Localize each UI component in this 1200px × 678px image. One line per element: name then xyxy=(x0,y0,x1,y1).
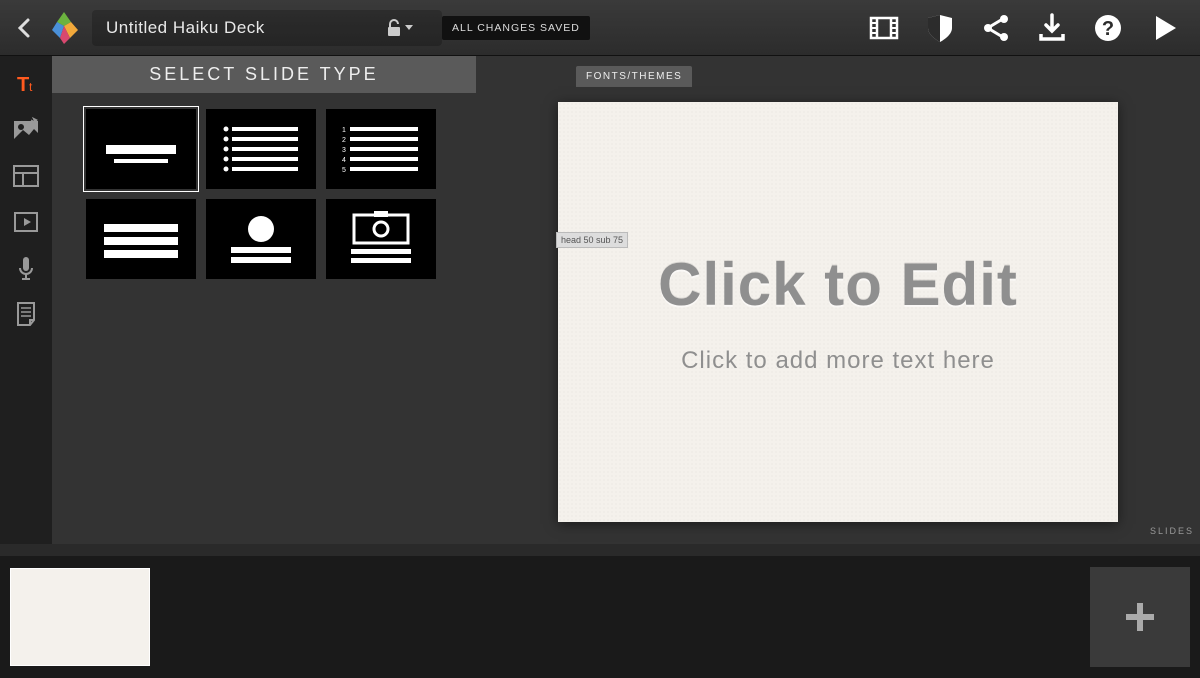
film-icon[interactable] xyxy=(868,12,900,44)
top-bar: Untitled Haiku Deck ALL CHANGES SAVED ? xyxy=(0,0,1200,56)
back-button[interactable] xyxy=(12,16,36,40)
chevron-down-icon xyxy=(404,24,414,32)
save-status-badge: ALL CHANGES SAVED xyxy=(442,16,590,40)
svg-text:T: T xyxy=(17,74,29,96)
slide-headline[interactable]: Click to Edit xyxy=(658,250,1018,319)
dimension-tag: head 50 sub 75 xyxy=(556,232,628,248)
panel-title: SELECT SLIDE TYPE xyxy=(52,56,476,93)
slide-thumbnail[interactable] xyxy=(10,568,150,666)
slides-tray xyxy=(0,556,1200,678)
top-actions: ? xyxy=(868,12,1180,44)
slide-type-panel: SELECT SLIDE TYPE 1 2 3 4 5 xyxy=(52,56,476,544)
share-icon[interactable] xyxy=(980,12,1012,44)
slide-canvas[interactable]: head 50 sub 75 Click to Edit Click to ad… xyxy=(558,102,1118,522)
slide-type-bullets[interactable] xyxy=(206,109,316,189)
svg-text:3: 3 xyxy=(342,147,346,154)
svg-text:t: t xyxy=(29,80,33,94)
svg-text:4: 4 xyxy=(342,157,346,164)
slide-type-grid: 1 2 3 4 5 xyxy=(52,93,476,295)
notes-tool-icon[interactable] xyxy=(12,300,40,328)
deck-title-text: Untitled Haiku Deck xyxy=(106,18,265,38)
slide-type-numbered[interactable]: 1 2 3 4 5 xyxy=(326,109,436,189)
unlock-icon xyxy=(386,19,402,37)
fonts-themes-tab[interactable]: FONTS/THEMES xyxy=(576,66,692,87)
svg-text:5: 5 xyxy=(342,167,346,174)
tool-rail: Tt xyxy=(0,56,52,544)
slide-type-paragraph[interactable] xyxy=(86,199,196,279)
download-icon[interactable] xyxy=(1036,12,1068,44)
plus-icon xyxy=(1122,599,1158,635)
add-slide-button[interactable] xyxy=(1090,567,1190,667)
svg-text:?: ? xyxy=(1102,18,1114,40)
audio-tool-icon[interactable] xyxy=(12,254,40,282)
slides-label: SLIDES xyxy=(1150,526,1194,536)
logo xyxy=(44,8,84,48)
canvas-area: FONTS/THEMES head 50 sub 75 Click to Edi… xyxy=(476,56,1200,544)
help-icon[interactable]: ? xyxy=(1092,12,1124,44)
svg-text:2: 2 xyxy=(342,137,346,144)
layout-tool-icon[interactable] xyxy=(12,162,40,190)
text-tool-icon[interactable]: Tt xyxy=(12,70,40,98)
deck-title-field[interactable]: Untitled Haiku Deck xyxy=(92,10,442,46)
video-tool-icon[interactable] xyxy=(12,208,40,236)
privacy-toggle[interactable] xyxy=(380,13,420,43)
svg-text:1: 1 xyxy=(342,127,346,134)
slide-type-image-text[interactable] xyxy=(206,199,316,279)
slide-subheadline[interactable]: Click to add more text here xyxy=(681,347,995,375)
play-icon[interactable] xyxy=(1148,12,1180,44)
background-tool-icon[interactable] xyxy=(12,116,40,144)
main-area: Tt SELECT SLIDE TYPE 1 2 3 4 5 xyxy=(0,56,1200,544)
slide-type-photo[interactable] xyxy=(326,199,436,279)
shield-icon[interactable] xyxy=(924,12,956,44)
slide-type-title[interactable] xyxy=(86,109,196,189)
